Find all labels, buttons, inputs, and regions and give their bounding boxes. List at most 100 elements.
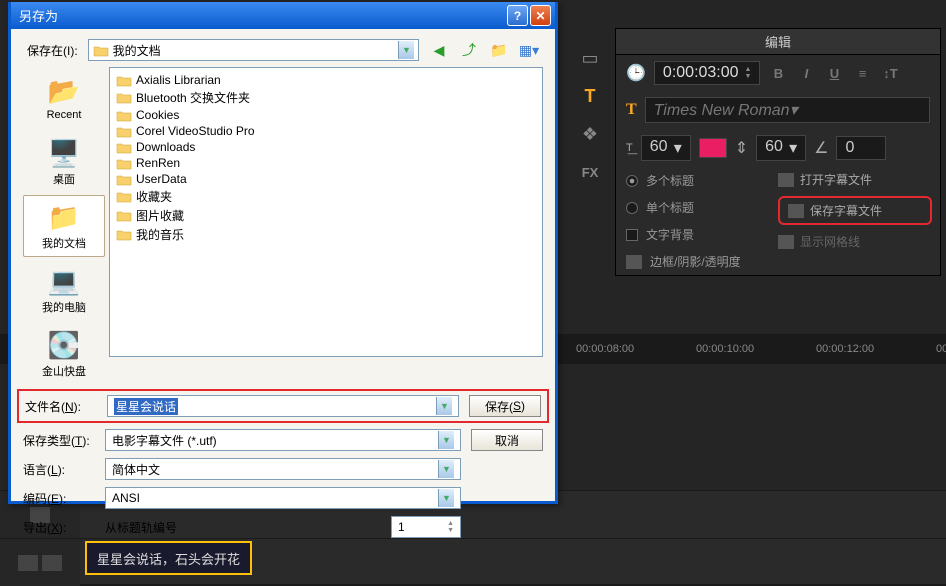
chevron-down-icon[interactable]: ▼: [438, 431, 454, 449]
language-label: 语言(L):: [23, 461, 95, 478]
list-item[interactable]: UserData: [114, 171, 538, 187]
desktop-icon: 🖥️: [48, 137, 80, 169]
save-in-label: 保存在(I):: [27, 42, 78, 59]
folder-icon: [116, 209, 132, 222]
radio-single-label: 单个标题: [646, 199, 694, 216]
file-list[interactable]: Axialis Librarian Bluetooth 交换文件夹 Cookie…: [109, 67, 543, 357]
up-button[interactable]: ⤴: [459, 40, 479, 60]
place-mydocs[interactable]: 📁我的文档: [23, 195, 105, 257]
export-label: 导出(X):: [23, 519, 95, 536]
view-menu-button[interactable]: ▦▾: [519, 40, 539, 60]
font-select[interactable]: Times New Roman▾: [645, 97, 930, 123]
line-spacing-select[interactable]: 60▾: [756, 135, 806, 161]
cancel-button[interactable]: 取消: [471, 429, 543, 451]
place-kingsoft[interactable]: 💽金山快盘: [23, 323, 105, 385]
clock-icon: 🕒: [626, 63, 646, 83]
timeline-tick-label: 00:: [936, 343, 946, 355]
italic-button[interactable]: I: [796, 64, 816, 82]
list-item[interactable]: Corel VideoStudio Pro: [114, 123, 538, 139]
timeline-tick-label: 00:00:10:00: [696, 343, 754, 355]
folder-icon: [116, 190, 132, 203]
transition-tool-icon[interactable]: ❖: [575, 119, 605, 149]
title-track-icon[interactable]: [42, 555, 62, 571]
filetype-select[interactable]: 电影字幕文件 (*.utf)▼: [105, 429, 461, 451]
font-size-select[interactable]: 60▾: [641, 135, 691, 161]
vertical-text-button[interactable]: ↕T: [880, 64, 900, 82]
filename-input[interactable]: 星星会说话▼: [107, 395, 459, 417]
export-number-input[interactable]: 1▲▼: [391, 516, 461, 538]
new-folder-button[interactable]: 📁: [489, 40, 509, 60]
computer-icon: 💻: [48, 265, 80, 297]
grid-icon: [778, 235, 794, 249]
chevron-down-icon[interactable]: ▼: [436, 397, 452, 415]
list-item[interactable]: Downloads: [114, 139, 538, 155]
duration-input[interactable]: 0:00:03:00 ▲▼: [654, 61, 761, 85]
list-item[interactable]: Cookies: [114, 107, 538, 123]
encoding-label: 编码(E):: [23, 490, 95, 507]
list-item[interactable]: Axialis Librarian: [114, 72, 538, 88]
list-item[interactable]: 我的音乐: [114, 225, 538, 244]
timeline-tick-label: 00:00:08:00: [576, 343, 634, 355]
filetype-label: 保存类型(T):: [23, 432, 95, 449]
align-center-button[interactable]: ≡: [852, 64, 872, 82]
rotation-input[interactable]: 0: [836, 136, 886, 160]
edit-panel: 编辑 🕒 0:00:03:00 ▲▼ B I U ≡ ↕T T Times Ne…: [615, 28, 941, 276]
border-label[interactable]: 边框/阴影/透明度: [650, 253, 741, 270]
folder-icon: [116, 74, 132, 87]
folder-icon: [116, 157, 132, 170]
folder-icon: [116, 91, 132, 104]
radio-single-title[interactable]: [626, 202, 638, 214]
folder-icon: [116, 109, 132, 122]
help-button[interactable]: ?: [507, 5, 528, 26]
filename-highlight: 文件名(N): 星星会说话▼ 保存(S): [17, 389, 549, 423]
export-text: 从标题轨编号: [105, 519, 381, 536]
radio-multi-title[interactable]: [626, 175, 638, 187]
places-bar: 📂Recent 🖥️桌面 📁我的文档 💻我的电脑 💽金山快盘: [23, 67, 105, 385]
mydocs-icon: 📁: [48, 201, 80, 233]
show-grid-button[interactable]: 显示网格线: [778, 233, 932, 250]
chevron-down-icon[interactable]: ▼: [398, 41, 414, 59]
place-desktop[interactable]: 🖥️桌面: [23, 131, 105, 193]
folder-icon: [116, 141, 132, 154]
open-subtitle-icon: [778, 173, 794, 187]
dialog-title: 另存为: [15, 6, 505, 25]
font-size-icon: T͟: [626, 142, 633, 154]
chevron-down-icon[interactable]: ▼: [438, 460, 454, 478]
timeline-tick-label: 00:00:12:00: [816, 343, 874, 355]
list-item[interactable]: RenRen: [114, 155, 538, 171]
bold-button[interactable]: B: [768, 64, 788, 82]
link-icon[interactable]: [18, 555, 38, 571]
dialog-titlebar[interactable]: 另存为 ? ✕: [11, 2, 555, 29]
ab-tool-icon[interactable]: ▭: [575, 43, 605, 73]
save-subtitle-highlight: 保存字幕文件: [778, 196, 932, 225]
place-recent[interactable]: 📂Recent: [23, 67, 105, 129]
back-button[interactable]: ◀: [429, 40, 449, 60]
chevron-down-icon[interactable]: ▼: [438, 489, 454, 507]
save-subtitle-button[interactable]: 保存字幕文件: [788, 202, 922, 219]
folder-icon: [93, 44, 109, 57]
font-color-swatch[interactable]: [699, 138, 727, 158]
folder-icon: [116, 228, 132, 241]
check-text-bg[interactable]: [626, 229, 638, 241]
open-subtitle-button[interactable]: 打开字幕文件: [778, 171, 932, 188]
recent-icon: 📂: [48, 75, 80, 107]
edit-panel-title[interactable]: 编辑: [616, 29, 940, 55]
border-icon: [626, 255, 642, 269]
radio-multi-label: 多个标题: [646, 172, 694, 189]
list-item[interactable]: 图片收藏: [114, 206, 538, 225]
check-text-bg-label: 文字背景: [646, 226, 694, 243]
filename-label: 文件名(N):: [25, 398, 97, 415]
underline-button[interactable]: U: [824, 64, 844, 82]
font-icon: T: [626, 101, 637, 119]
encoding-select[interactable]: ANSI▼: [105, 487, 461, 509]
fx-tool-icon[interactable]: FX: [575, 157, 605, 187]
list-item[interactable]: 收藏夹: [114, 187, 538, 206]
save-as-dialog: 另存为 ? ✕ 保存在(I): 我的文档 ▼ ◀ ⤴ 📁 ▦▾ 📂Recent …: [8, 2, 558, 504]
list-item[interactable]: Bluetooth 交换文件夹: [114, 88, 538, 107]
save-button[interactable]: 保存(S): [469, 395, 541, 417]
location-select[interactable]: 我的文档 ▼: [88, 39, 419, 61]
close-button[interactable]: ✕: [530, 5, 551, 26]
place-mycomputer[interactable]: 💻我的电脑: [23, 259, 105, 321]
language-select[interactable]: 简体中文▼: [105, 458, 461, 480]
title-tool-icon[interactable]: T: [575, 81, 605, 111]
